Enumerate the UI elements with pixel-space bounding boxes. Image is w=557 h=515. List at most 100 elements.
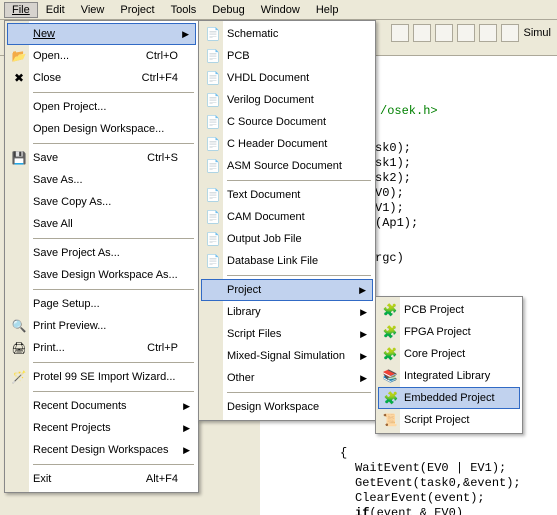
- code-line: (Ap1);: [375, 216, 418, 230]
- submenu-arrow-icon: ▶: [360, 373, 367, 384]
- file-menu-save-project-as[interactable]: Save Project As...: [7, 242, 196, 264]
- file-menu-print-preview[interactable]: 🔍 Print Preview...: [7, 315, 196, 337]
- toolbar-button-6[interactable]: [501, 24, 519, 42]
- file-menu-new[interactable]: New ▶: [7, 23, 196, 45]
- new-submenu: 📄Schematic 📄PCB 📄VHDL Document 📄Verilog …: [198, 20, 376, 421]
- new-library[interactable]: Library▶: [201, 301, 373, 323]
- new-script-project[interactable]: 📜Script Project: [378, 409, 520, 431]
- folder-open-icon: 📂: [11, 48, 27, 64]
- new-asm[interactable]: 📄ASM Source Document: [201, 155, 373, 177]
- integrated-library-icon: 📚: [382, 368, 398, 384]
- import-wizard-icon: 🪄: [11, 369, 27, 385]
- database-link-icon: 📄: [205, 253, 221, 269]
- schematic-icon: 📄: [205, 26, 221, 42]
- file-menu-open-project[interactable]: Open Project...: [7, 96, 196, 118]
- toolbar-button-3[interactable]: [435, 24, 453, 42]
- new-verilog[interactable]: 📄Verilog Document: [201, 89, 373, 111]
- toolbar-button-4[interactable]: [457, 24, 475, 42]
- menubar-help[interactable]: Help: [308, 2, 347, 18]
- file-menu-page-setup[interactable]: Page Setup...: [7, 293, 196, 315]
- file-menu-save-as[interactable]: Save As...: [7, 169, 196, 191]
- c-header-icon: 📄: [205, 136, 221, 152]
- file-menu-open-design-workspace[interactable]: Open Design Workspace...: [7, 118, 196, 140]
- new-c-source[interactable]: 📄C Source Document: [201, 111, 373, 133]
- new-text[interactable]: 📄Text Document: [201, 184, 373, 206]
- script-project-icon: 📜: [382, 412, 398, 428]
- close-icon: ✖: [11, 70, 27, 86]
- toolbar-label: Simul: [523, 27, 551, 39]
- code-line: sk0);: [375, 141, 411, 155]
- new-output-job[interactable]: 📄Output Job File: [201, 228, 373, 250]
- menubar-view[interactable]: View: [73, 2, 113, 18]
- menubar-edit[interactable]: Edit: [38, 2, 73, 18]
- file-menu-print[interactable]: 🖨 Print... Ctrl+P: [7, 337, 196, 359]
- code-line: GetEvent(task0,&event);: [355, 476, 521, 490]
- file-menu-save[interactable]: 💾 Save Ctrl+S: [7, 147, 196, 169]
- pcb-project-icon: 🧩: [382, 302, 398, 318]
- toolbar-button-5[interactable]: [479, 24, 497, 42]
- code-include: /osek.h>: [380, 104, 438, 118]
- toolbar-right: Simul: [391, 24, 551, 42]
- core-project-icon: 🧩: [382, 346, 398, 362]
- new-project[interactable]: Project▶: [201, 279, 373, 301]
- new-core-project[interactable]: 🧩Core Project: [378, 343, 520, 365]
- pcb-icon: 📄: [205, 48, 221, 64]
- menubar-file[interactable]: File: [4, 2, 38, 18]
- print-icon: 🖨: [11, 340, 27, 356]
- embedded-project-icon: 🧩: [383, 390, 399, 406]
- code-line: {: [340, 446, 347, 460]
- menubar-tools[interactable]: Tools: [163, 2, 205, 18]
- submenu-arrow-icon: ▶: [360, 307, 367, 318]
- file-menu-save-copy-as[interactable]: Save Copy As...: [7, 191, 196, 213]
- code-line: ClearEvent(event);: [355, 491, 485, 505]
- file-menu-protel99-import[interactable]: 🪄 Protel 99 SE Import Wizard...: [7, 366, 196, 388]
- submenu-arrow-icon: ▶: [360, 329, 367, 340]
- menubar-debug[interactable]: Debug: [204, 2, 252, 18]
- submenu-arrow-icon: ▶: [360, 351, 367, 362]
- new-design-workspace[interactable]: Design Workspace: [201, 396, 373, 418]
- new-database-link[interactable]: 📄Database Link File: [201, 250, 373, 272]
- asm-icon: 📄: [205, 158, 221, 174]
- code-line: V1);: [375, 201, 404, 215]
- submenu-arrow-icon: ▶: [359, 285, 366, 296]
- menubar-window[interactable]: Window: [253, 2, 308, 18]
- submenu-arrow-icon: ▶: [183, 423, 190, 434]
- submenu-arrow-icon: ▶: [183, 445, 190, 456]
- new-integrated-library[interactable]: 📚Integrated Library: [378, 365, 520, 387]
- file-menu-close[interactable]: ✖ Close Ctrl+F4: [7, 67, 196, 89]
- print-preview-icon: 🔍: [11, 318, 27, 334]
- file-menu-recent-documents[interactable]: Recent Documents ▶: [7, 395, 196, 417]
- file-menu-save-design-workspace-as[interactable]: Save Design Workspace As...: [7, 264, 196, 286]
- new-other[interactable]: Other▶: [201, 367, 373, 389]
- file-menu-open[interactable]: 📂 Open... Ctrl+O: [7, 45, 196, 67]
- c-source-icon: 📄: [205, 114, 221, 130]
- new-embedded-project[interactable]: 🧩Embedded Project: [378, 387, 520, 409]
- toolbar-button-1[interactable]: [391, 24, 409, 42]
- new-script-files[interactable]: Script Files▶: [201, 323, 373, 345]
- file-menu: New ▶ 📂 Open... Ctrl+O ✖ Close Ctrl+F4 O…: [4, 20, 199, 493]
- new-vhdl[interactable]: 📄VHDL Document: [201, 67, 373, 89]
- save-icon: 💾: [11, 150, 27, 166]
- new-pcb[interactable]: 📄PCB: [201, 45, 373, 67]
- file-menu-recent-projects[interactable]: Recent Projects ▶: [7, 417, 196, 439]
- fpga-project-icon: 🧩: [382, 324, 398, 340]
- menubar: File Edit View Project Tools Debug Windo…: [0, 0, 557, 20]
- new-pcb-project[interactable]: 🧩PCB Project: [378, 299, 520, 321]
- code-line: sk2);: [375, 171, 411, 185]
- code-line: V0);: [375, 186, 404, 200]
- new-schematic[interactable]: 📄Schematic: [201, 23, 373, 45]
- code-line: sk1);: [375, 156, 411, 170]
- file-menu-save-all[interactable]: Save All: [7, 213, 196, 235]
- new-mixed-signal[interactable]: Mixed-Signal Simulation▶: [201, 345, 373, 367]
- new-cam[interactable]: 📄CAM Document: [201, 206, 373, 228]
- text-doc-icon: 📄: [205, 187, 221, 203]
- submenu-arrow-icon: ▶: [182, 29, 189, 40]
- code-line: WaitEvent(EV0 | EV1);: [355, 461, 506, 475]
- file-menu-recent-design-workspaces[interactable]: Recent Design Workspaces ▶: [7, 439, 196, 461]
- file-menu-exit[interactable]: Exit Alt+F4: [7, 468, 196, 490]
- toolbar-button-2[interactable]: [413, 24, 431, 42]
- new-c-header[interactable]: 📄C Header Document: [201, 133, 373, 155]
- cam-icon: 📄: [205, 209, 221, 225]
- menubar-project[interactable]: Project: [112, 2, 162, 18]
- new-fpga-project[interactable]: 🧩FPGA Project: [378, 321, 520, 343]
